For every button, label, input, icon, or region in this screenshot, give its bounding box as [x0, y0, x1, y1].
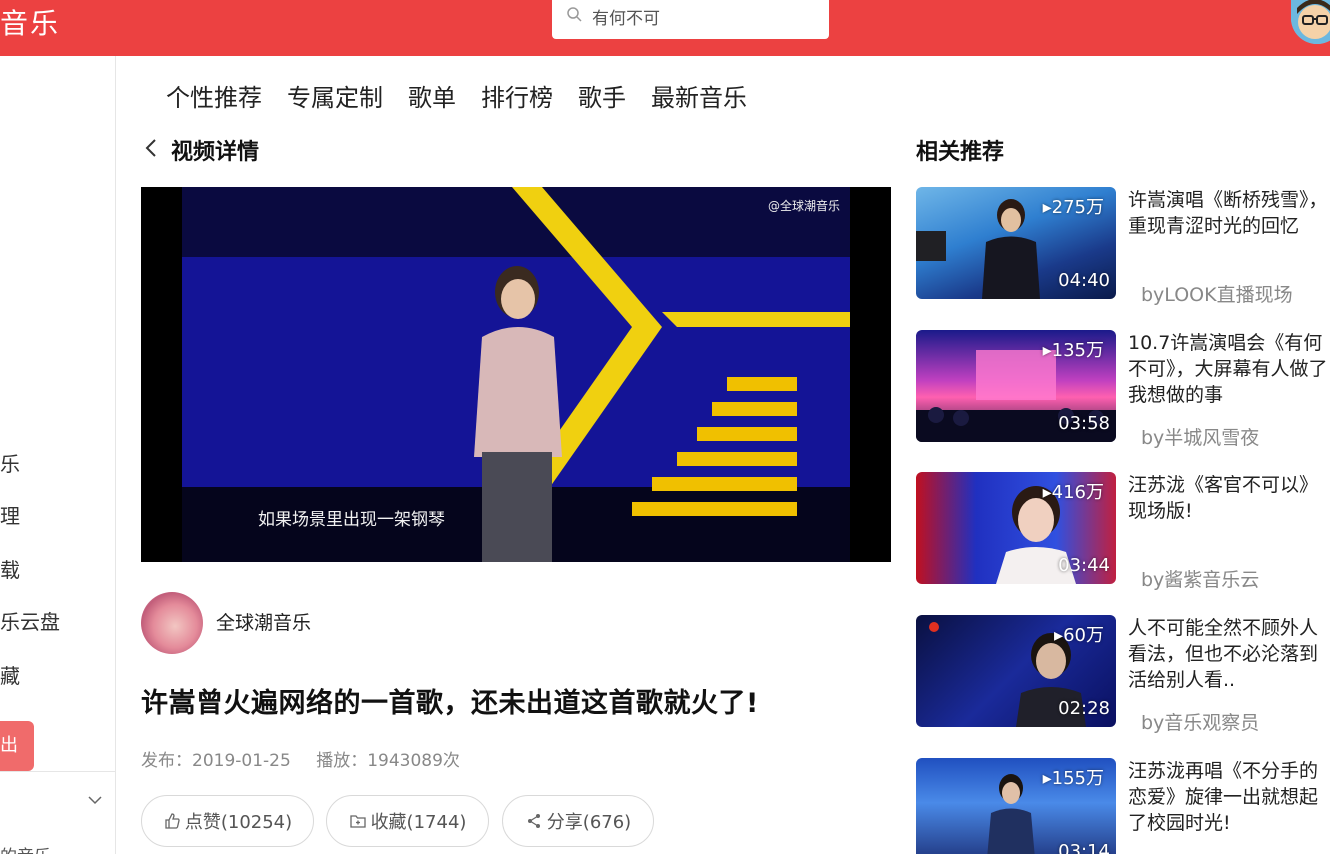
related-item[interactable]: ▸275万 04:40 许嵩演唱《断桥残雪》，重现青涩时光的回忆 byLOOK直…: [916, 187, 1330, 306]
tab-recommend[interactable]: 个性推荐: [166, 78, 262, 113]
video-subtitle: 如果场景里出现一架钢琴: [258, 510, 445, 530]
related-item[interactable]: ▸135万 03:58 10.7许嵩演唱会《有何不可》，大屏幕有人做了我想做的事…: [916, 330, 1330, 449]
related-title: 相关推荐: [916, 140, 1005, 165]
video-watermark: @全球潮音乐: [767, 199, 840, 213]
related-item[interactable]: ▸155万 03:14 汪苏泷再唱《不分手的恋爱》旋律一出就想起了校园时光!: [916, 758, 1330, 854]
search-placeholder: 有何不可: [592, 9, 660, 29]
related-item[interactable]: ▸60万 02:28 人不可能全然不顾外人看法，但也不必沦落到活给别人看.. b…: [916, 615, 1330, 734]
user-avatar[interactable]: [1291, 0, 1330, 44]
sidebar-item-my-music[interactable]: 的音乐: [0, 842, 51, 854]
related-title-text[interactable]: 10.7许嵩演唱会《有何不可》，大屏幕有人做了我想做的事: [1128, 330, 1330, 408]
related-thumbnail[interactable]: ▸416万 03:44: [916, 472, 1116, 584]
related-thumbnail[interactable]: ▸275万 04:40: [916, 187, 1116, 299]
sidebar-item-favorites[interactable]: 藏: [0, 660, 20, 689]
left-sidebar: 乐 理 载 乐云盘 藏 出 的音乐: [0, 56, 116, 854]
related-author[interactable]: by半城风雪夜: [1141, 423, 1259, 450]
related-author[interactable]: by酱紫音乐云: [1141, 565, 1259, 592]
related-thumbnail[interactable]: ▸155万 03:14: [916, 758, 1116, 854]
avatar-cartoon-icon: [1291, 0, 1330, 44]
video-player[interactable]: @全球潮音乐 如果场景里出现一架钢琴: [141, 187, 891, 562]
top-header: 云音乐 有何不可: [0, 0, 1330, 56]
like-button[interactable]: 点赞(10254): [141, 795, 314, 847]
chevron-down-icon[interactable]: [88, 795, 102, 805]
tab-artists[interactable]: 歌手: [578, 78, 626, 113]
play-count: 播放：1943089次: [316, 751, 460, 771]
search-input[interactable]: 有何不可: [552, 0, 829, 39]
logout-label: 出: [0, 735, 18, 756]
share-button[interactable]: 分享(676): [502, 795, 654, 847]
publish-date: 发布：2019-01-25: [141, 751, 291, 771]
video-meta: 发布：2019-01-25 播放：1943089次: [141, 746, 480, 771]
related-duration: 03:14: [1058, 841, 1110, 854]
sidebar-item-manage[interactable]: 理: [0, 500, 20, 529]
related-author[interactable]: byLOOK直播现场: [1141, 280, 1293, 307]
thumbs-up-icon: [165, 813, 180, 829]
like-label: 点赞(10254): [184, 812, 293, 833]
related-duration: 03:58: [1058, 413, 1110, 434]
collect-label: 收藏(1744): [370, 812, 467, 833]
app-logo[interactable]: 云音乐: [0, 2, 60, 42]
page-title: 视频详情: [171, 140, 260, 165]
related-author[interactable]: by音乐观察员: [1141, 708, 1259, 735]
related-duration: 03:44: [1058, 555, 1110, 576]
related-duration: 02:28: [1058, 698, 1110, 719]
related-duration: 04:40: [1058, 270, 1110, 291]
related-views: ▸416万: [1042, 482, 1104, 503]
video-frame: @全球潮音乐 如果场景里出现一架钢琴: [182, 187, 850, 562]
related-title-text[interactable]: 人不可能全然不顾外人看法，但也不必沦落到活给别人看..: [1128, 615, 1330, 693]
related-views: ▸60万: [1054, 625, 1104, 646]
tab-playlists[interactable]: 歌单: [408, 78, 456, 113]
related-item[interactable]: ▸416万 03:44 汪苏泷《客官不可以》现场版! by酱紫音乐云: [916, 472, 1330, 591]
folder-plus-icon: [349, 815, 366, 828]
collect-button[interactable]: 收藏(1744): [326, 795, 489, 847]
back-arrow-icon[interactable]: [143, 138, 159, 158]
video-title: 许嵩曾火遍网络的一首歌，还未出道这首歌就火了!: [141, 688, 759, 719]
sidebar-item-music[interactable]: 乐: [0, 448, 20, 477]
sidebar-item-download[interactable]: 载: [0, 554, 20, 583]
tab-custom[interactable]: 专属定制: [287, 78, 383, 113]
tab-charts[interactable]: 排行榜: [481, 78, 553, 113]
sidebar-divider: [0, 771, 116, 772]
related-thumbnail[interactable]: ▸60万 02:28: [916, 615, 1116, 727]
related-views: ▸155万: [1042, 768, 1104, 789]
related-views: ▸135万: [1042, 340, 1104, 361]
related-thumbnail[interactable]: ▸135万 03:58: [916, 330, 1116, 442]
related-title-text[interactable]: 汪苏泷再唱《不分手的恋爱》旋律一出就想起了校园时光!: [1128, 758, 1330, 836]
share-icon: [527, 814, 540, 828]
search-icon: [567, 7, 582, 22]
logout-button[interactable]: 出: [0, 721, 34, 771]
related-views: ▸275万: [1042, 197, 1104, 218]
uploader-name[interactable]: 全球潮音乐: [216, 608, 311, 635]
related-title-text[interactable]: 许嵩演唱《断桥残雪》，重现青涩时光的回忆: [1128, 187, 1330, 239]
tab-new-music[interactable]: 最新音乐: [651, 78, 747, 113]
uploader-avatar[interactable]: [141, 592, 203, 654]
related-title-text[interactable]: 汪苏泷《客官不可以》现场版!: [1128, 472, 1330, 524]
share-label: 分享(676): [546, 812, 632, 833]
top-nav: 个性推荐 专属定制 歌单 排行榜 歌手 最新音乐: [166, 78, 747, 113]
sidebar-item-cloud[interactable]: 乐云盘: [0, 606, 60, 635]
